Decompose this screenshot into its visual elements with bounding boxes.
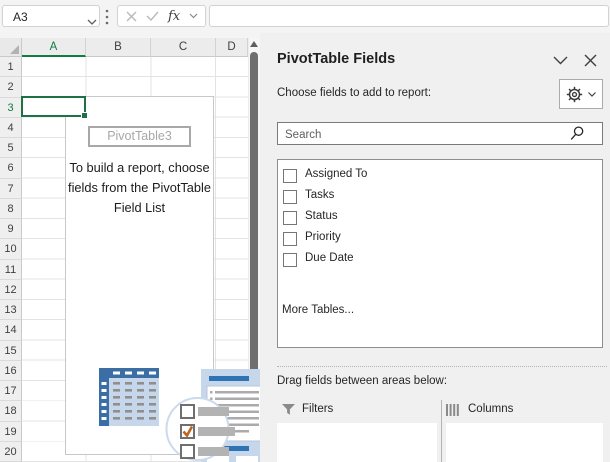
row-header-7[interactable]: 7 <box>0 179 22 199</box>
row-header-10[interactable]: 10 <box>0 239 22 259</box>
cancel-icon[interactable] <box>126 11 137 22</box>
row-header-14[interactable]: 14 <box>0 320 22 340</box>
field-label: Priority <box>305 231 341 243</box>
field-list: More Tables... Assigned To Tasks Status Pri… <box>277 159 603 348</box>
row-header-2[interactable]: 2 <box>0 77 22 97</box>
column-header-a[interactable]: A <box>22 38 86 57</box>
row-header-19[interactable]: 19 <box>0 422 22 442</box>
field-item-tasks[interactable]: Tasks <box>278 188 602 209</box>
pivottable-fields-pane: PivotTable Fields Choose fields to add t… <box>260 33 610 462</box>
excel-window: A3 fx ABCD 12345678910111213141516171819… <box>0 0 610 462</box>
row-header-3[interactable]: 3 <box>0 98 22 118</box>
chevron-down-icon <box>588 92 596 97</box>
area-divider <box>441 400 442 462</box>
column-header-d[interactable]: D <box>216 38 248 57</box>
field-checkbox[interactable] <box>283 169 297 183</box>
chevron-down-icon[interactable] <box>553 56 568 65</box>
row-header-6[interactable]: 6 <box>0 158 22 178</box>
pivot-instructions: To build a report, choose fields from th… <box>66 158 213 218</box>
name-box-value: A3 <box>13 10 28 24</box>
columns-drop-zone[interactable] <box>446 423 603 462</box>
formula-input[interactable] <box>215 7 599 27</box>
filters-drop-zone[interactable] <box>277 423 437 462</box>
row-header-11[interactable]: 11 <box>0 260 22 280</box>
choose-fields-label: Choose fields to add to report: <box>277 87 431 99</box>
select-all-corner[interactable] <box>0 38 22 57</box>
chevron-down-icon[interactable] <box>189 13 198 19</box>
pane-title: PivotTable Fields <box>277 51 395 67</box>
close-icon[interactable] <box>584 54 597 67</box>
chevron-down-icon[interactable] <box>87 19 97 25</box>
filter-icon <box>282 404 295 416</box>
field-item-assigned-to[interactable]: Assigned To <box>278 167 602 188</box>
more-tables-link[interactable]: More Tables... <box>282 304 354 316</box>
field-checkbox[interactable] <box>283 211 297 225</box>
search-input[interactable] <box>283 125 577 144</box>
field-label: Assigned To <box>305 168 367 180</box>
fill-handle[interactable] <box>81 112 88 119</box>
field-checkbox[interactable] <box>283 232 297 246</box>
search-icon[interactable] <box>570 126 584 141</box>
filters-area-label: Filters <box>302 403 333 415</box>
column-header-b[interactable]: B <box>86 38 151 57</box>
pivot-illustration-icon <box>96 362 276 462</box>
field-label: Status <box>305 210 338 222</box>
pivot-placeholder: PivotTable3 To build a report, choose fi… <box>65 96 214 455</box>
pane-separator <box>277 366 607 367</box>
field-item-priority[interactable]: Priority <box>278 230 602 251</box>
row-header-20[interactable]: 20 <box>0 442 22 462</box>
column-header-c[interactable]: C <box>151 38 216 57</box>
row-header-4[interactable]: 4 <box>0 118 22 138</box>
select-all-triangle-icon <box>10 45 19 54</box>
row-header-13[interactable]: 13 <box>0 300 22 320</box>
row-header-17[interactable]: 17 <box>0 381 22 401</box>
field-label: Tasks <box>305 189 334 201</box>
row-header-1[interactable]: 1 <box>0 57 22 77</box>
pivot-name-box: PivotTable3 <box>88 126 191 147</box>
tools-gear-button[interactable] <box>559 79 603 109</box>
drag-hint-label: Drag fields between areas below: <box>277 375 447 387</box>
row-header-8[interactable]: 8 <box>0 199 22 219</box>
columns-icon <box>446 404 459 416</box>
field-label: Due Date <box>305 252 354 264</box>
vertical-dots-icon[interactable] <box>105 9 109 25</box>
scroll-up-arrow-icon[interactable] <box>250 41 258 47</box>
columns-area-label: Columns <box>468 403 513 415</box>
row-header-5[interactable]: 5 <box>0 138 22 158</box>
field-item-status[interactable]: Status <box>278 209 602 230</box>
enter-check-icon[interactable] <box>146 11 159 21</box>
formula-buttons-group: fx <box>117 5 206 27</box>
row-header-18[interactable]: 18 <box>0 401 22 421</box>
field-item-due-date[interactable]: Due Date <box>278 251 602 272</box>
field-checkbox[interactable] <box>283 253 297 267</box>
selected-cell-a3[interactable] <box>21 96 86 117</box>
row-header-15[interactable]: 15 <box>0 341 22 361</box>
row-header-16[interactable]: 16 <box>0 361 22 381</box>
row-header-12[interactable]: 12 <box>0 280 22 300</box>
insert-function-button[interactable]: fx <box>168 9 180 24</box>
name-box[interactable]: A3 <box>2 5 100 27</box>
row-header-9[interactable]: 9 <box>0 219 22 239</box>
field-checkbox[interactable] <box>283 190 297 204</box>
gear-icon <box>566 86 583 103</box>
